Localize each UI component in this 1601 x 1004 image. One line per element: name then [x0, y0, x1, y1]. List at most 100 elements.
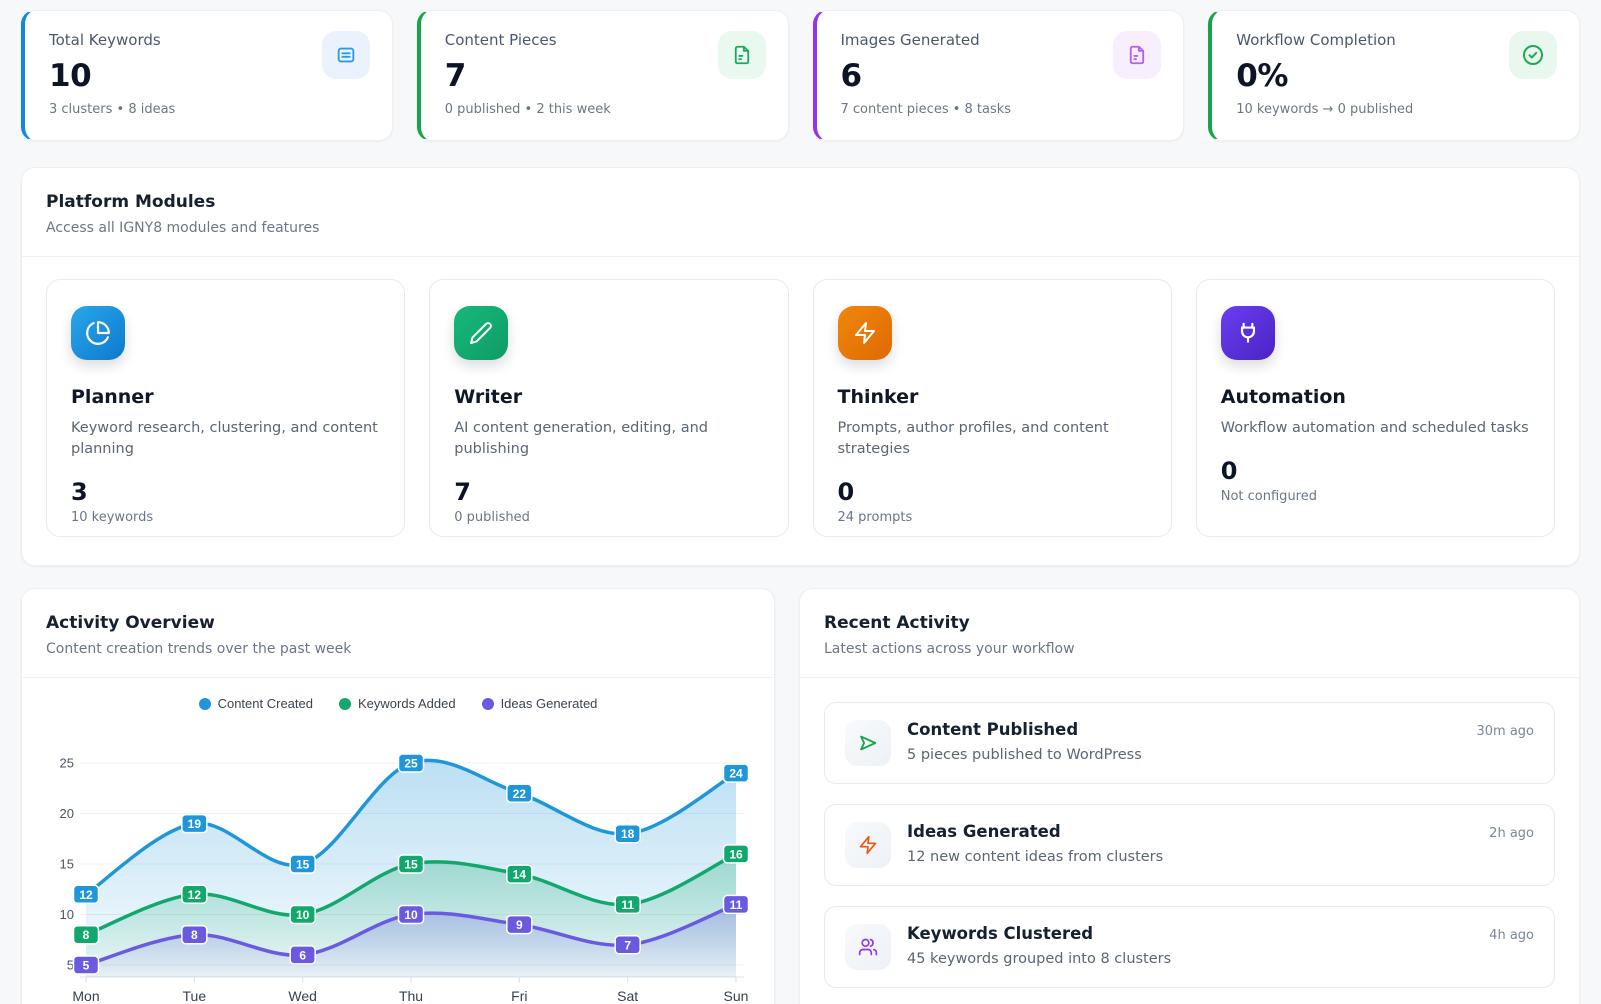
- stat-value: 0%: [1236, 58, 1555, 94]
- panel-title: Recent Activity: [824, 613, 1555, 633]
- lightning-icon: [838, 306, 892, 360]
- file-icon: [718, 31, 766, 79]
- activity-title: Ideas Generated: [907, 822, 1061, 841]
- svg-text:25: 25: [404, 757, 418, 771]
- panel-subtitle: Latest actions across your workflow: [824, 641, 1555, 657]
- stats-row: Total Keywords 10 3 clusters • 8 ideas C…: [21, 10, 1580, 141]
- legend-item[interactable]: Keywords Added: [339, 696, 456, 711]
- zap-icon: [845, 822, 891, 868]
- activity-time: 2h ago: [1489, 826, 1534, 841]
- pencil-icon: [454, 306, 508, 360]
- legend-item[interactable]: Content Created: [199, 696, 313, 711]
- svg-text:9: 9: [516, 918, 523, 932]
- svg-text:12: 12: [79, 888, 93, 902]
- svg-text:25: 25: [60, 756, 74, 771]
- activity-trend-chart[interactable]: 510152025MonTueWedThuFriSatSun1219152522…: [46, 723, 752, 1004]
- svg-text:10: 10: [60, 907, 74, 922]
- module-card-automation[interactable]: Automation Workflow automation and sched…: [1196, 279, 1555, 537]
- check-circle-icon: [1509, 31, 1557, 79]
- svg-text:14: 14: [513, 868, 527, 882]
- recent-activity-list: Content Published 30m ago 5 pieces publi…: [800, 678, 1579, 1004]
- stat-card-images-generated: Images Generated 6 7 content pieces • 8 …: [813, 10, 1185, 141]
- stat-card-total-keywords: Total Keywords 10 3 clusters • 8 ideas: [21, 10, 393, 141]
- module-card-thinker[interactable]: Thinker Prompts, author profiles, and co…: [813, 279, 1172, 537]
- svg-text:11: 11: [621, 898, 634, 912]
- panel-subtitle: Content creation trends over the past we…: [46, 641, 750, 657]
- activity-overview-header: Activity Overview Content creation trend…: [22, 589, 774, 678]
- legend-dot: [482, 698, 494, 710]
- svg-text:5: 5: [83, 959, 90, 973]
- file-icon: [1113, 31, 1161, 79]
- panel-title: Activity Overview: [46, 613, 750, 633]
- activity-overview-panel: Activity Overview Content creation trend…: [21, 588, 775, 1004]
- module-value: 7: [454, 478, 763, 506]
- stat-value: 7: [445, 58, 764, 94]
- chart-legend: Content Created Keywords Added Ideas Gener…: [46, 696, 750, 711]
- send-icon: [845, 720, 891, 766]
- module-caption: 24 prompts: [838, 510, 1147, 525]
- module-description: Keyword research, clustering, and conten…: [71, 418, 380, 460]
- activity-title: Keywords Clustered: [907, 924, 1093, 943]
- platform-modules-header: Platform Modules Access all IGNY8 module…: [22, 168, 1579, 257]
- svg-text:20: 20: [60, 806, 74, 821]
- bottom-row: Activity Overview Content creation trend…: [21, 588, 1580, 1004]
- recent-activity-header: Recent Activity Latest actions across yo…: [800, 589, 1579, 678]
- stat-label: Content Pieces: [445, 31, 764, 49]
- pie-chart-icon: [71, 306, 125, 360]
- activity-time: 30m ago: [1476, 724, 1534, 739]
- module-description: AI content generation, editing, and publ…: [454, 418, 763, 460]
- activity-description: 12 new content ideas from clusters: [907, 849, 1534, 865]
- stat-label: Images Generated: [841, 31, 1160, 49]
- legend-item[interactable]: Ideas Generated: [482, 696, 598, 711]
- panel-title: Platform Modules: [46, 192, 1555, 212]
- svg-text:Tue: Tue: [183, 988, 207, 1004]
- svg-text:15: 15: [296, 858, 310, 872]
- module-name: Planner: [71, 386, 380, 408]
- stat-caption: 10 keywords → 0 published: [1236, 102, 1555, 117]
- plug-icon: [1221, 306, 1275, 360]
- module-description: Prompts, author profiles, and content st…: [838, 418, 1147, 460]
- svg-text:15: 15: [60, 857, 74, 872]
- module-caption: 10 keywords: [71, 510, 380, 525]
- svg-text:10: 10: [404, 908, 418, 922]
- module-name: Thinker: [838, 386, 1147, 408]
- module-value: 0: [1221, 457, 1530, 485]
- module-value: 3: [71, 478, 380, 506]
- activity-title: Content Published: [907, 720, 1078, 739]
- stat-caption: 7 content pieces • 8 tasks: [841, 102, 1160, 117]
- svg-text:Sat: Sat: [617, 988, 638, 1004]
- stat-value: 6: [841, 58, 1160, 94]
- module-card-writer[interactable]: Writer AI content generation, editing, a…: [429, 279, 788, 537]
- stat-card-content-pieces: Content Pieces 7 0 published • 2 this we…: [417, 10, 789, 141]
- panel-subtitle: Access all IGNY8 modules and features: [46, 220, 1555, 236]
- stat-caption: 3 clusters • 8 ideas: [49, 102, 368, 117]
- svg-text:19: 19: [188, 817, 202, 831]
- users-icon: [845, 924, 891, 970]
- svg-text:15: 15: [404, 858, 418, 872]
- activity-description: 45 keywords grouped into 8 clusters: [907, 951, 1534, 967]
- recent-activity-panel: Recent Activity Latest actions across yo…: [799, 588, 1580, 1004]
- svg-text:12: 12: [188, 888, 202, 902]
- svg-text:22: 22: [513, 787, 527, 801]
- activity-item-keywords-clustered[interactable]: Keywords Clustered 4h ago 45 keywords gr…: [824, 906, 1555, 988]
- legend-dot: [199, 698, 211, 710]
- activity-item-content-published[interactable]: Content Published 30m ago 5 pieces publi…: [824, 702, 1555, 784]
- svg-text:Wed: Wed: [288, 988, 317, 1004]
- legend-dot: [339, 698, 351, 710]
- svg-text:11: 11: [730, 898, 743, 912]
- svg-text:8: 8: [83, 928, 90, 942]
- module-name: Automation: [1221, 386, 1530, 408]
- modules-grid: Planner Keyword research, clustering, an…: [22, 257, 1579, 565]
- svg-text:24: 24: [729, 767, 743, 781]
- stat-label: Total Keywords: [49, 31, 368, 49]
- platform-modules-panel: Platform Modules Access all IGNY8 module…: [21, 167, 1580, 566]
- module-description: Workflow automation and scheduled tasks: [1221, 418, 1530, 439]
- stat-value: 10: [49, 58, 368, 94]
- stat-caption: 0 published • 2 this week: [445, 102, 764, 117]
- module-card-planner[interactable]: Planner Keyword research, clustering, an…: [46, 279, 405, 537]
- activity-item-ideas-generated[interactable]: Ideas Generated 2h ago 12 new content id…: [824, 804, 1555, 886]
- svg-text:16: 16: [729, 847, 743, 861]
- svg-text:Fri: Fri: [511, 988, 527, 1004]
- module-caption: 0 published: [454, 510, 763, 525]
- activity-time: 4h ago: [1489, 928, 1534, 943]
